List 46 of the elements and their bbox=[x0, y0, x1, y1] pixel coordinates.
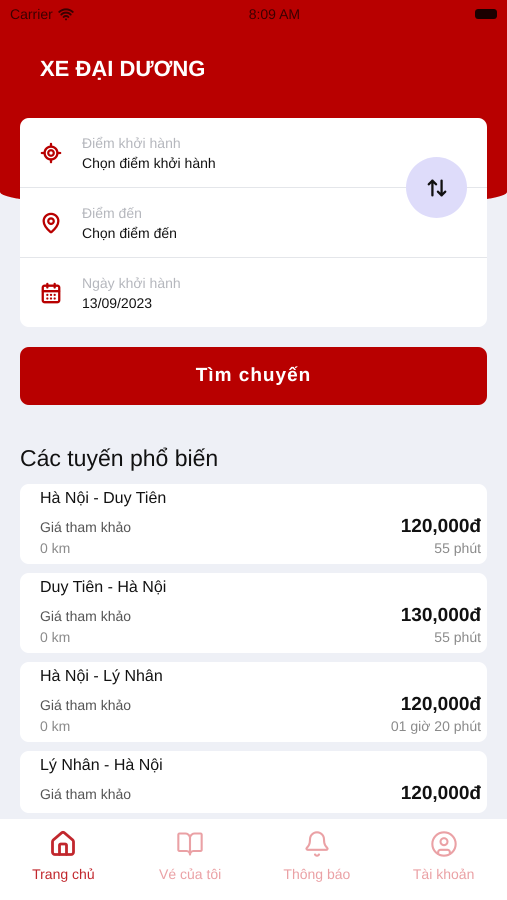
tab-item[interactable]: Trang chủ bbox=[8, 828, 118, 882]
route-price: 120,000đ bbox=[400, 783, 481, 805]
route-name: Hà Nội - Duy Tiên bbox=[40, 490, 166, 508]
home-icon bbox=[49, 830, 78, 858]
route-card[interactable]: Hà Nội - Lý Nhân Giá tham khảo 120,000đ 0 km 01 giờ 20 phút bbox=[20, 662, 487, 742]
field-label: Điểm đến bbox=[82, 204, 143, 220]
bell-icon bbox=[302, 830, 331, 858]
trip-field[interactable]: Điểm khởi hành Chọn điểm khởi hành bbox=[20, 118, 487, 187]
route-name: Hà Nội - Lý Nhân bbox=[40, 668, 163, 686]
route-card[interactable]: Duy Tiên - Hà Nội Giá tham khảo 130,000đ 0 km 55 phút bbox=[20, 573, 487, 653]
route-duration: 55 phút bbox=[434, 629, 481, 645]
field-label: Điểm khởi hành bbox=[82, 134, 182, 150]
route-distance: 0 km bbox=[40, 540, 70, 556]
route-price: 130,000đ bbox=[400, 605, 481, 627]
price-label: Giá tham khảo bbox=[40, 519, 132, 535]
route-price: 120,000đ bbox=[400, 694, 481, 716]
target-icon bbox=[40, 142, 62, 164]
route-distance: 0 km bbox=[40, 718, 70, 734]
route-distance: 0 km bbox=[40, 629, 70, 645]
search-button[interactable]: Tìm chuyến bbox=[20, 347, 487, 405]
field-value: 13/09/2023 bbox=[82, 294, 154, 310]
route-name: Duy Tiên - Hà Nội bbox=[40, 579, 166, 597]
section-title: Các tuyến phổ biến bbox=[20, 445, 218, 471]
field-value: Chọn điểm đến bbox=[82, 224, 177, 240]
ticket-icon bbox=[176, 830, 204, 858]
field-value: Chọn điểm khởi hành bbox=[82, 154, 216, 170]
route-card[interactable]: Hà Nội - Duy Tiên Giá tham khảo 120,000đ 0 km 55 phút bbox=[20, 484, 487, 564]
route-duration: 55 phút bbox=[434, 540, 481, 556]
trip-field[interactable]: Ngày khởi hành 13/09/2023 bbox=[20, 257, 487, 327]
field-label: Ngày khởi hành bbox=[82, 274, 181, 290]
route-card[interactable]: Lý Nhân - Hà Nội Giá tham khảo 120,000đ bbox=[20, 751, 487, 813]
swap-icon bbox=[426, 176, 448, 198]
carrier-text: Carrier bbox=[10, 6, 53, 22]
status-time: 8:09 AM bbox=[248, 6, 300, 22]
battery-icon bbox=[475, 9, 497, 19]
user-icon bbox=[430, 830, 458, 858]
route-price: 120,000đ bbox=[400, 516, 481, 538]
route-duration: 01 giờ 20 phút bbox=[390, 718, 481, 734]
app-title: XE ĐẠI DƯƠNG bbox=[40, 56, 206, 81]
price-label: Giá tham khảo bbox=[40, 608, 132, 624]
map-pin-icon bbox=[40, 212, 62, 234]
calendar-icon bbox=[40, 282, 62, 304]
price-label: Giá tham khảo bbox=[40, 697, 132, 713]
wifi-icon bbox=[58, 6, 74, 22]
price-label: Giá tham khảo bbox=[40, 786, 132, 802]
route-name: Lý Nhân - Hà Nội bbox=[40, 757, 163, 775]
